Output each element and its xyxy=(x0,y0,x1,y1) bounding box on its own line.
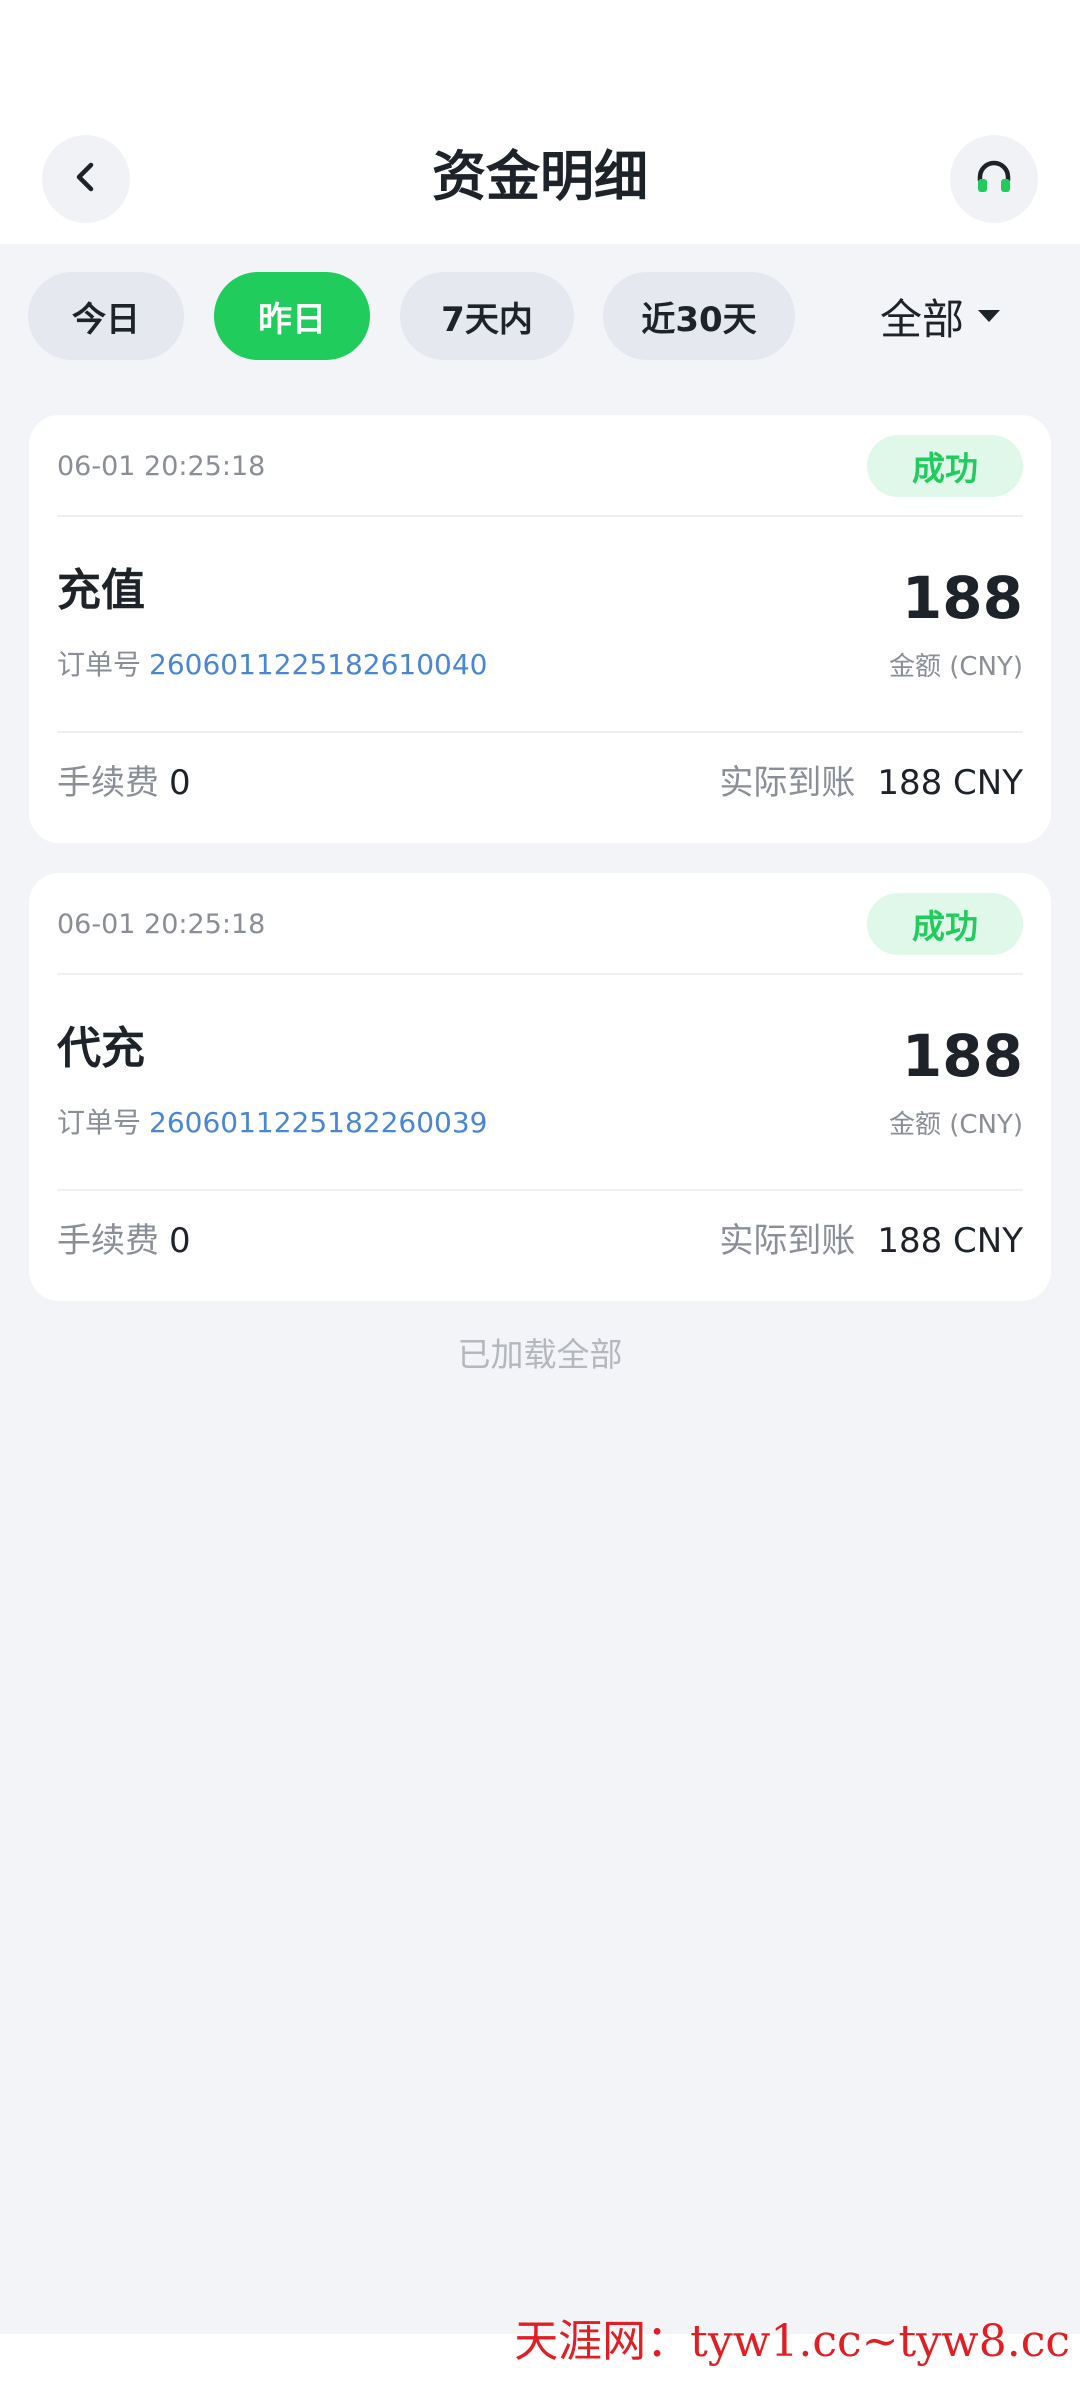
type-select-label: 全部 xyxy=(880,294,965,344)
transaction-card[interactable]: 06-01 20:25:18 成功 代充 订单号 2606011225182260… xyxy=(29,873,1051,1301)
transaction-time: 06-01 20:25:18 xyxy=(57,451,266,482)
fee-row: 手续费 0 xyxy=(57,759,191,807)
page-title: 资金明细 xyxy=(432,145,648,208)
filter-chip-today[interactable]: 今日 xyxy=(28,272,184,360)
fee-value: 0 xyxy=(169,1221,191,1261)
fee-value: 0 xyxy=(169,763,191,803)
transaction-type: 充值 xyxy=(57,565,145,616)
loaded-all-text: 已加载全部 xyxy=(457,1335,623,1374)
status-badge: 成功 xyxy=(867,893,1023,955)
received-label: 实际到账 xyxy=(719,1221,856,1261)
order-number[interactable]: 2606011225182610040 xyxy=(149,648,487,681)
transaction-amount: 188 xyxy=(901,1022,1023,1090)
transaction-time: 06-01 20:25:18 xyxy=(57,909,266,940)
status-badge: 成功 xyxy=(867,435,1023,497)
date-filter-bar: 今日 昨日 7天内 近30天 全部 xyxy=(0,272,1080,360)
order-label: 订单号 xyxy=(57,648,142,681)
divider xyxy=(57,973,1023,975)
filter-chip-30-days[interactable]: 近30天 xyxy=(603,272,795,360)
headset-icon xyxy=(972,155,1016,203)
fee-label: 手续费 xyxy=(57,1221,159,1261)
amount-label: 金额 (CNY) xyxy=(888,652,1023,682)
received-value: 188 CNY xyxy=(877,763,1023,803)
divider xyxy=(57,731,1023,733)
order-row: 订单号 2606011225182260039 xyxy=(57,1103,488,1143)
transaction-type: 代充 xyxy=(57,1023,145,1074)
order-label: 订单号 xyxy=(57,1106,142,1139)
fund-details-page: 资金明细 今日 昨日 7天内 近30天 全部 06-01 20:25:18 成功… xyxy=(0,0,1080,2400)
received-row: 实际到账 188 CNY xyxy=(719,759,1023,807)
watermark-text: 天涯网：tyw1.cc~tyw8.cc xyxy=(514,2316,1070,2367)
transaction-card[interactable]: 06-01 20:25:18 成功 充值 订单号 2606011225182610… xyxy=(29,415,1051,843)
header: 资金明细 xyxy=(0,0,1080,244)
order-row: 订单号 2606011225182610040 xyxy=(57,645,488,685)
divider xyxy=(57,1189,1023,1191)
type-select-dropdown[interactable]: 全部 xyxy=(880,272,1060,360)
fee-label: 手续费 xyxy=(57,763,159,803)
divider xyxy=(57,515,1023,517)
amount-label: 金额 (CNY) xyxy=(888,1110,1023,1140)
received-label: 实际到账 xyxy=(719,763,856,803)
received-row: 实际到账 188 CNY xyxy=(719,1217,1023,1265)
customer-service-button[interactable] xyxy=(950,135,1038,223)
filter-chip-yesterday[interactable]: 昨日 xyxy=(214,272,370,360)
filter-chip-7-days[interactable]: 7天内 xyxy=(400,272,574,360)
caret-down-icon xyxy=(978,310,1001,322)
received-value: 188 CNY xyxy=(877,1221,1023,1261)
transaction-amount: 188 xyxy=(901,564,1023,632)
order-number[interactable]: 2606011225182260039 xyxy=(149,1106,487,1139)
fee-row: 手续费 0 xyxy=(57,1217,191,1265)
